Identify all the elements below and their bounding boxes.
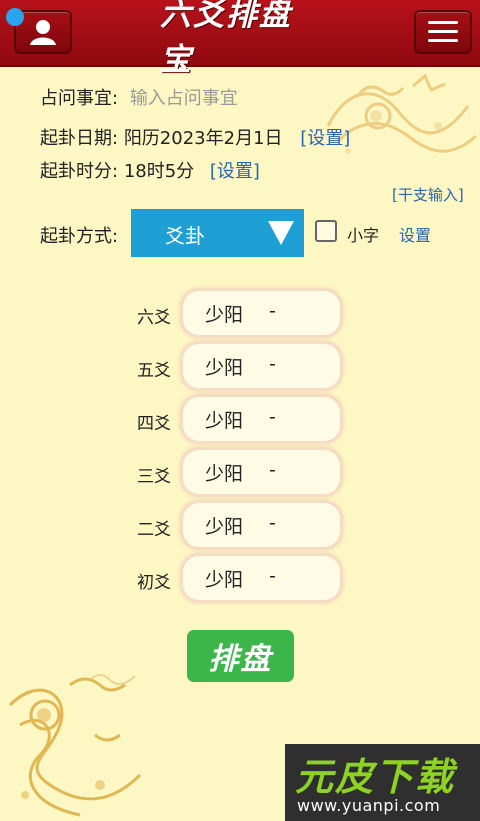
yao-label-2: 二爻: [137, 520, 171, 540]
yao-mark: -: [269, 565, 276, 587]
yao-mark: -: [269, 300, 276, 322]
small-font-checkbox[interactable]: [315, 220, 337, 242]
yao-label-5: 五爻: [137, 361, 171, 381]
yao-select-6[interactable]: 少阳 -: [183, 291, 340, 335]
yao-select-1[interactable]: 少阳 -: [183, 556, 340, 600]
yao-value: 少阳: [205, 410, 244, 432]
yao-mark: -: [269, 353, 276, 375]
site-watermark: 元皮下载 www.yuanpi.com: [285, 744, 480, 821]
time-value: 18时5分: [123, 161, 195, 182]
hamburger-menu-icon: [428, 21, 458, 42]
dropdown-triangle-icon: [268, 221, 294, 245]
notification-dot: [6, 8, 24, 26]
yao-label-4: 四爻: [137, 414, 171, 434]
dragon-decoration-top-right: [326, 73, 477, 154]
yao-value: 少阳: [205, 304, 244, 326]
date-row: 起卦日期: 阳历2023年2月1日 [设置]: [40, 124, 350, 150]
yao-label-6: 六爻: [137, 308, 171, 328]
time-set-link[interactable]: [设置]: [210, 161, 260, 182]
yao-mark: -: [269, 512, 276, 534]
method-select[interactable]: 爻卦: [131, 209, 304, 257]
app-header: 六爻排盘宝: [0, 0, 480, 78]
yao-value: 少阳: [205, 463, 244, 485]
small-font-label: 小字: [347, 226, 380, 245]
dragon-decoration-small-mid: [89, 674, 136, 686]
yao-value: 少阳: [205, 516, 244, 538]
time-row: 起卦时分: 18时5分 [设置]: [40, 157, 260, 183]
yao-select-5[interactable]: 少阳 -: [183, 344, 340, 388]
watermark-title: 元皮下载: [295, 755, 456, 799]
dragon-decoration-bottom-left: [8, 677, 142, 817]
question-label: 占问事宜:: [40, 88, 119, 109]
yao-select-3[interactable]: 少阳 -: [183, 450, 340, 494]
paipan-button[interactable]: 排盘: [187, 630, 294, 682]
app-logo: 六爻排盘宝: [160, 0, 292, 78]
date-set-link[interactable]: [设置]: [300, 128, 350, 149]
question-row: 占问事宜:: [40, 84, 350, 110]
yao-mark: -: [269, 406, 276, 428]
yao-label-3: 三爻: [137, 467, 171, 487]
watermark-url: www.yuanpi.com: [297, 796, 441, 815]
yao-mark: -: [269, 459, 276, 481]
time-label: 起卦时分:: [40, 161, 119, 182]
yao-select-4[interactable]: 少阳 -: [183, 397, 340, 441]
menu-button[interactable]: [414, 10, 472, 54]
settings-link[interactable]: 设置: [399, 222, 431, 246]
yao-select-2[interactable]: 少阳 -: [183, 503, 340, 547]
yao-value: 少阳: [205, 569, 244, 591]
ganzhi-input-link[interactable]: [干支输入]: [392, 184, 464, 205]
date-value: 阳历2023年2月1日: [123, 128, 283, 149]
method-selected-value: 爻卦: [165, 224, 205, 248]
yao-value: 少阳: [205, 357, 244, 379]
method-label: 起卦方式:: [40, 226, 119, 247]
date-label: 起卦日期:: [40, 128, 119, 149]
question-input[interactable]: [129, 88, 350, 109]
user-icon: [30, 20, 56, 45]
yao-label-1: 初爻: [137, 573, 171, 593]
